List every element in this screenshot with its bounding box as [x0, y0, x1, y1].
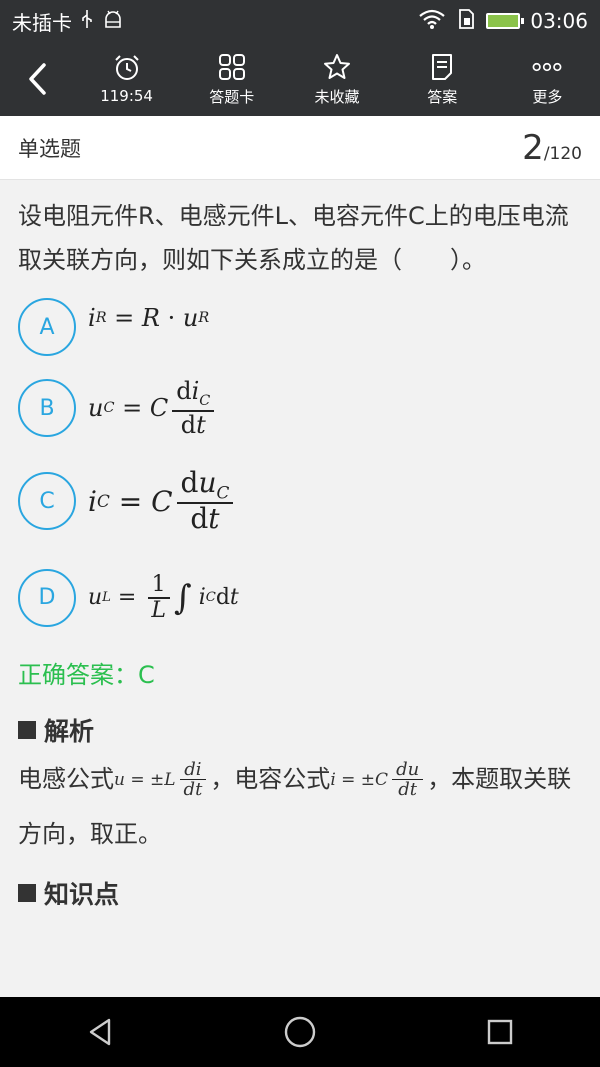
top-toolbar: 119:54 答题卡 未收藏 答案 更多	[0, 42, 600, 116]
more-button[interactable]: 更多	[495, 42, 600, 116]
square-bullet-icon	[18, 883, 36, 902]
option-c-formula: iC = C duC dt	[88, 467, 237, 535]
knowledge-heading: 知识点	[18, 875, 582, 911]
inductor-formula: u = ± Ldi dt	[114, 753, 210, 807]
correct-answer: 正确答案：C	[18, 660, 155, 689]
nav-recents-button[interactable]	[460, 1002, 540, 1062]
battery-charging-icon	[486, 13, 525, 29]
alarm-clock-icon	[112, 53, 142, 83]
favorite-button[interactable]: 未收藏	[284, 42, 389, 116]
back-arrow-icon	[29, 63, 46, 95]
system-nav-bar	[0, 997, 600, 1067]
analysis-heading-text: 解析	[44, 716, 95, 746]
total-questions: /120	[543, 143, 582, 164]
capacitor-formula: i = ± Cdu dt	[330, 753, 427, 807]
option-c-circle[interactable]: C	[18, 472, 76, 531]
sim-icon	[456, 8, 476, 35]
usb-icon	[80, 9, 94, 34]
option-a-circle[interactable]: A	[18, 298, 76, 356]
favorite-label: 未收藏	[314, 87, 360, 106]
wifi-icon	[418, 8, 446, 35]
current-question-number: 2	[522, 127, 544, 168]
timer-button[interactable]: 119:54	[74, 42, 179, 116]
document-icon	[427, 52, 457, 82]
more-dots-icon	[532, 52, 562, 82]
analysis-part2: ，电容公式	[210, 764, 331, 793]
option-d-formula: uL = 1L ∫ iCdt	[88, 571, 239, 623]
answer-card-button[interactable]: 答题卡	[179, 42, 284, 116]
question-text: 设电阻元件R、电感元件L、电容元件C上的电压电流取关联方向，则如下关系成立的是（…	[18, 202, 569, 274]
option-d-circle[interactable]: D	[18, 568, 76, 627]
more-label: 更多	[532, 87, 563, 106]
android-debug-icon	[102, 9, 124, 34]
square-bullet-icon	[18, 720, 36, 739]
question-type: 单选题	[18, 136, 81, 161]
carrier-text: 未插卡	[12, 10, 72, 35]
option-d[interactable]: D uL = 1L ∫ iCdt	[18, 568, 582, 627]
option-b-formula: uC = C diC dt	[88, 378, 218, 438]
answer-button[interactable]: 答案	[390, 42, 495, 116]
back-triangle-icon	[89, 1018, 111, 1046]
option-c[interactable]: C iC = C duC dt	[18, 467, 582, 535]
nav-back-button[interactable]	[60, 1002, 140, 1062]
option-a[interactable]: A iR = R · uR	[18, 298, 582, 356]
analysis-heading: 解析	[18, 712, 582, 748]
clock-text: 03:06	[530, 9, 588, 33]
grid-icon	[217, 52, 247, 82]
option-a-formula: iR = R · uR	[88, 304, 210, 332]
status-bar: 未插卡 03:06	[0, 0, 600, 42]
option-b-circle[interactable]: B	[18, 379, 76, 438]
recents-square-icon	[487, 1019, 513, 1045]
back-button[interactable]	[0, 42, 74, 116]
option-b[interactable]: B uC = C diC dt	[18, 378, 582, 438]
analysis-text: 电感公式 u = ± Ldi dt ，电容公式 i = ± Cdu dt ，本题取关联方向，取正…	[18, 752, 582, 861]
home-circle-icon	[284, 1016, 316, 1048]
star-outline-icon	[322, 52, 352, 82]
nav-home-button[interactable]	[260, 1002, 340, 1062]
knowledge-heading-text: 知识点	[44, 879, 120, 909]
answer-label: 答案	[427, 87, 458, 106]
analysis-part1: 电感公式	[18, 764, 114, 793]
question-header: 单选题 2 /120	[0, 116, 600, 180]
question-counter: 2 /120	[522, 128, 582, 168]
answer-card-label: 答题卡	[209, 87, 255, 106]
timer-label: 119:54	[100, 87, 153, 105]
question-content[interactable]: 设电阻元件R、电感元件L、电容元件C上的电压电流取关联方向，则如下关系成立的是（…	[0, 180, 600, 997]
